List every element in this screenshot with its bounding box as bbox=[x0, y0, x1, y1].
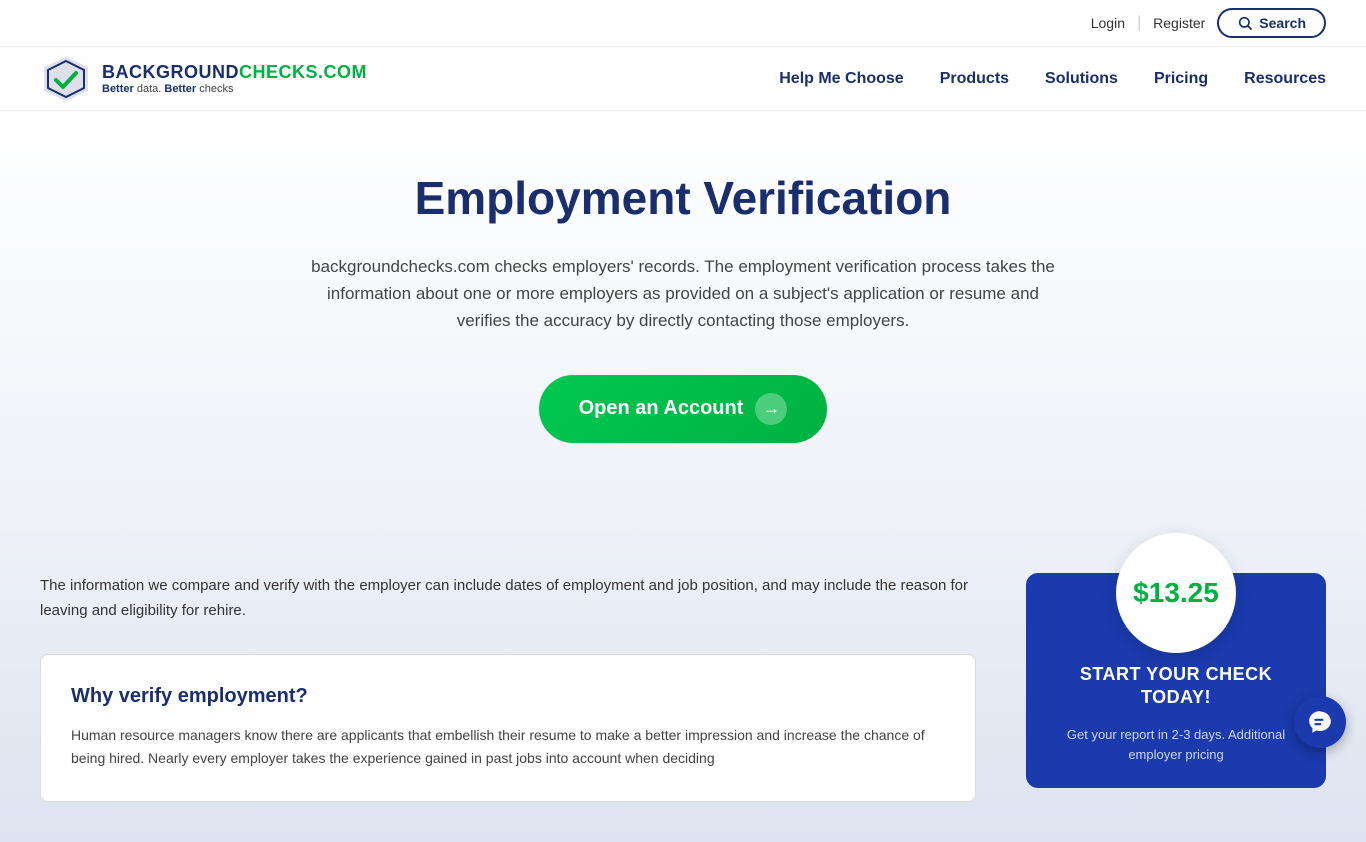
card-cta: START YOUR CHECK TODAY! bbox=[1050, 663, 1302, 710]
price-amount: $13.25 bbox=[1133, 577, 1219, 609]
nav-item-pricing[interactable]: Pricing bbox=[1154, 70, 1208, 88]
nav-item-help[interactable]: Help Me Choose bbox=[779, 70, 903, 88]
logo-subtitle-better1: Better bbox=[102, 83, 134, 95]
lower-section: The information we compare and verify wi… bbox=[0, 523, 1366, 842]
arrow-icon: → bbox=[755, 393, 787, 425]
logo-title-blue: BACKGROUND bbox=[102, 62, 239, 82]
hero-description: backgroundchecks.com checks employers' r… bbox=[303, 253, 1063, 335]
logo[interactable]: BACKGROUNDCHECKS.COM Better data. Better… bbox=[40, 53, 367, 105]
logo-title: BACKGROUNDCHECKS.COM bbox=[102, 62, 367, 83]
logo-subtitle: Better data. Better checks bbox=[102, 83, 367, 95]
nav-item-products[interactable]: Products bbox=[940, 70, 1009, 88]
nav-link-products[interactable]: Products bbox=[940, 70, 1009, 87]
chat-icon bbox=[1307, 709, 1333, 735]
main-nav: BACKGROUNDCHECKS.COM Better data. Better… bbox=[0, 47, 1366, 111]
divider: | bbox=[1137, 14, 1141, 32]
page-title: Employment Verification bbox=[40, 171, 1326, 225]
search-button[interactable]: Search bbox=[1217, 8, 1326, 38]
why-heading: Why verify employment? bbox=[71, 685, 945, 708]
search-label: Search bbox=[1259, 15, 1306, 31]
nav-item-resources[interactable]: Resources bbox=[1244, 70, 1326, 88]
info-text: The information we compare and verify wi… bbox=[40, 573, 976, 624]
open-account-button[interactable]: Open an Account → bbox=[539, 375, 828, 443]
nav-item-solutions[interactable]: Solutions bbox=[1045, 70, 1118, 88]
nav-link-resources[interactable]: Resources bbox=[1244, 70, 1326, 87]
logo-subtitle-better2: Better bbox=[164, 83, 196, 95]
login-link[interactable]: Login bbox=[1091, 15, 1125, 31]
nav-link-help[interactable]: Help Me Choose bbox=[779, 70, 903, 87]
card-subtitle: Get your report in 2-3 days. Additional … bbox=[1050, 725, 1302, 764]
chat-bubble[interactable] bbox=[1294, 696, 1346, 748]
logo-subtitle-checks: checks bbox=[196, 83, 233, 95]
logo-icon bbox=[40, 53, 92, 105]
nav-link-solutions[interactable]: Solutions bbox=[1045, 70, 1118, 87]
search-icon bbox=[1237, 15, 1253, 31]
top-bar: Login | Register Search bbox=[0, 0, 1366, 47]
logo-title-green: CHECKS.COM bbox=[239, 62, 367, 82]
nav-link-pricing[interactable]: Pricing bbox=[1154, 70, 1208, 87]
why-text: Human resource managers know there are a… bbox=[71, 724, 945, 772]
nav-links: Help Me Choose Products Solutions Pricin… bbox=[779, 70, 1326, 88]
open-account-label: Open an Account bbox=[579, 397, 744, 420]
hero-section: Employment Verification backgroundchecks… bbox=[0, 111, 1366, 523]
why-box: Why verify employment? Human resource ma… bbox=[40, 654, 976, 803]
price-card: $13.25 START YOUR CHECK TODAY! Get your … bbox=[1026, 573, 1326, 789]
card-body: START YOUR CHECK TODAY! Get your report … bbox=[1026, 643, 1326, 789]
logo-text: BACKGROUNDCHECKS.COM Better data. Better… bbox=[102, 62, 367, 95]
register-link[interactable]: Register bbox=[1153, 15, 1205, 31]
price-circle: $13.25 bbox=[1116, 533, 1236, 653]
logo-subtitle-data: data. bbox=[134, 83, 165, 95]
